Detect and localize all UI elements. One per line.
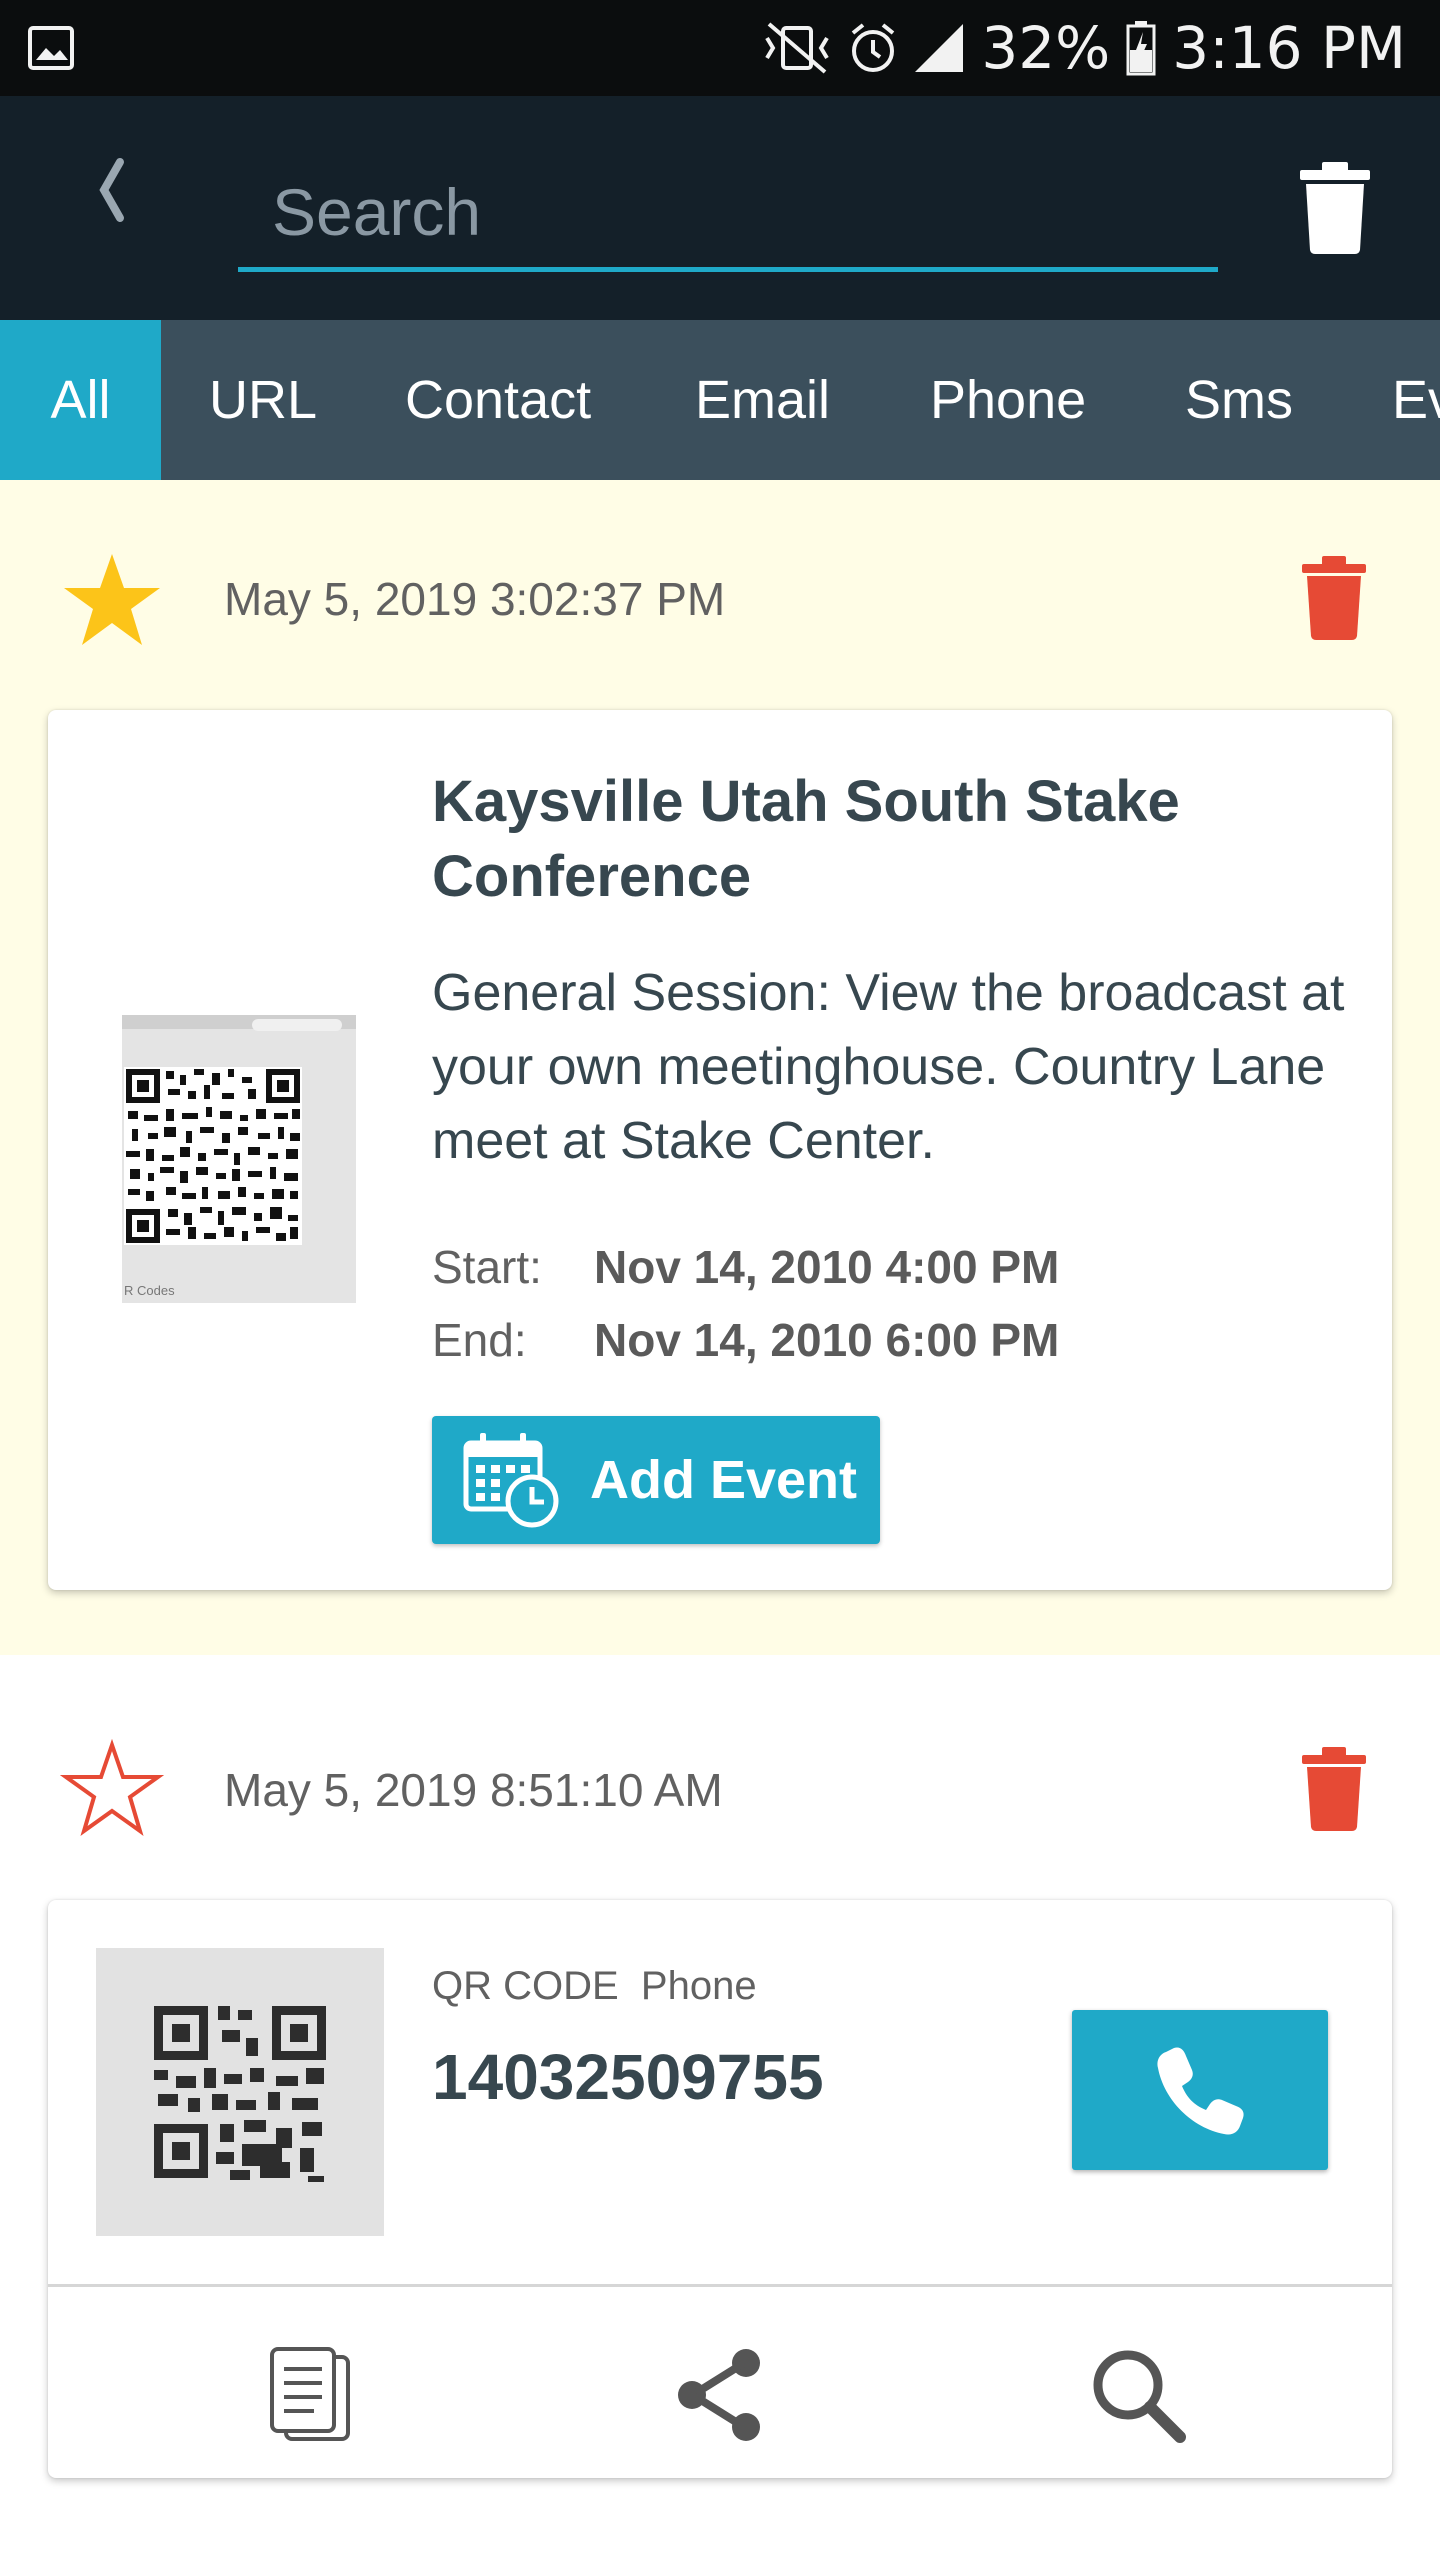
status-bar: 32% 3:16 PM [0,0,1440,96]
start-label: Start: [432,1241,542,1293]
search-input[interactable] [238,156,1218,267]
share-icon[interactable] [668,2340,772,2450]
qr-thumbnail: R Codes [122,1015,356,1303]
start-value: Nov 14, 2010 4:00 PM [594,1241,1060,1293]
tab-all[interactable]: All [0,320,161,480]
star-outline-icon[interactable] [59,1738,165,1839]
code-type: QR CODE [432,1964,619,2008]
mute-vibrate-icon [761,20,833,76]
end-label: End: [432,1314,527,1366]
phone-number: 14032509755 [432,2041,824,2113]
clock-time: 3:16 PM [1172,14,1406,82]
add-event-button[interactable]: Add Event [432,1416,880,1544]
event-card: R Codes Kaysville Utah South Stake Confe… [48,710,1392,1590]
delete-icon[interactable] [1302,556,1366,640]
history-item-event: May 5, 2019 3:02:37 PM R Codes Kaysville… [0,480,1440,1655]
toolbar [0,96,1440,320]
tab-events[interactable]: Ev [1392,320,1440,480]
code-meta: QR CODE Phone [432,1964,757,2009]
tab-url[interactable]: URL [209,320,317,480]
image-icon [28,26,74,75]
tab-sms[interactable]: Sms [1185,320,1293,480]
tab-contact[interactable]: Contact [405,320,591,480]
call-button[interactable] [1072,2010,1328,2170]
alarm-icon [849,21,897,75]
event-title: Kaysville Utah South Stake Conference [432,769,1180,909]
history-item-phone: May 5, 2019 8:51:10 AM QR CODE Phone 140… [0,1655,1440,2560]
card-divider [48,2284,1392,2287]
copy-icon[interactable] [258,2340,362,2450]
phone-icon [1157,2047,1244,2135]
trash-icon[interactable] [1300,162,1370,254]
signal-icon [913,22,965,74]
calendar-clock-icon [463,1433,559,1528]
tab-email[interactable]: Email [695,320,830,480]
battery-icon [1126,20,1156,76]
add-event-label: Add Event [590,1450,858,1510]
scan-timestamp: May 5, 2019 3:02:37 PM [224,573,726,625]
battery-percent: 32% [981,14,1111,82]
delete-icon[interactable] [1302,1747,1366,1831]
search-field[interactable] [238,156,1218,272]
end-value: Nov 14, 2010 6:00 PM [594,1314,1060,1366]
back-icon[interactable] [84,150,140,230]
search-icon[interactable] [1086,2340,1190,2450]
filter-tabs: All URL Contact Email Phone Sms Ev [0,320,1440,480]
thumb-caption: R Codes [124,1283,175,1298]
phone-card: QR CODE Phone 14032509755 [48,1900,1392,2478]
event-description: General Session: View the broadcast at y… [432,964,1345,1170]
scan-timestamp: May 5, 2019 8:51:10 AM [224,1764,723,1816]
star-filled-icon[interactable] [60,550,164,650]
content-type: Phone [640,1964,757,2008]
tab-phone[interactable]: Phone [930,320,1086,480]
qr-thumbnail [96,1948,384,2236]
